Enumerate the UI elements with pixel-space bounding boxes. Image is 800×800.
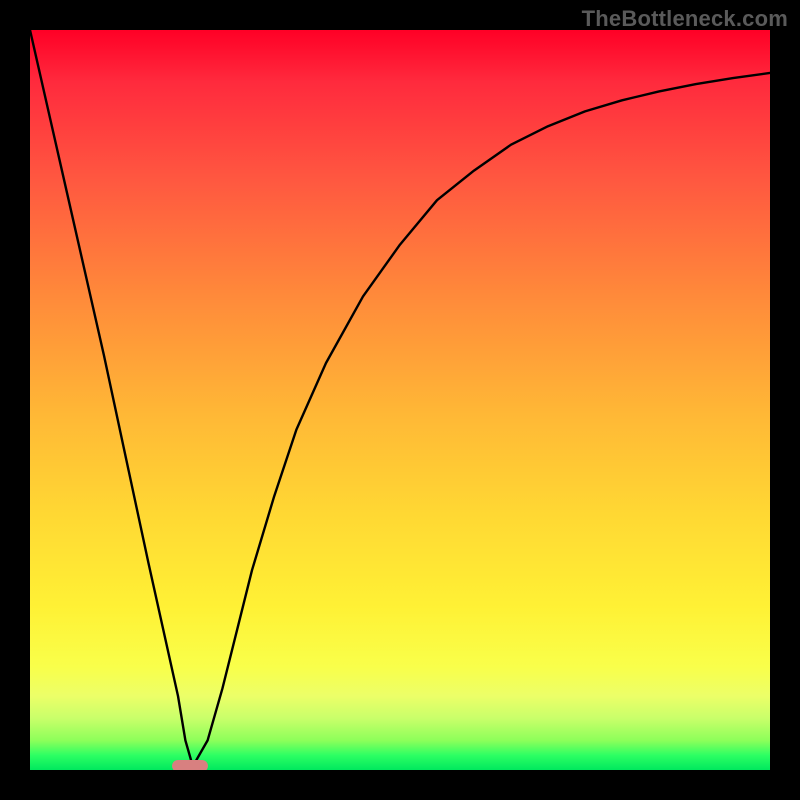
plot-area (30, 30, 770, 770)
chart-frame: TheBottleneck.com (0, 0, 800, 800)
curve-path (30, 30, 770, 766)
bottleneck-curve (30, 30, 770, 770)
brand-watermark: TheBottleneck.com (582, 6, 788, 32)
